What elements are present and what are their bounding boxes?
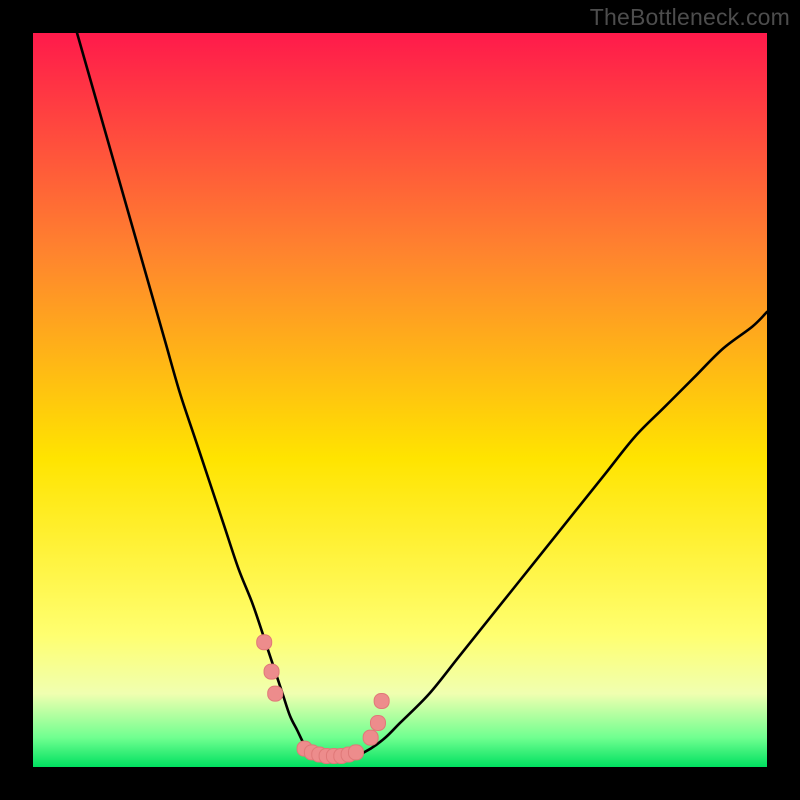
plot-area bbox=[33, 33, 767, 767]
gradient-background bbox=[33, 33, 767, 767]
curve-marker bbox=[264, 664, 279, 679]
curve-marker bbox=[370, 715, 385, 730]
curve-marker bbox=[268, 686, 283, 701]
chart-frame: TheBottleneck.com bbox=[0, 0, 800, 800]
curve-marker bbox=[257, 635, 272, 650]
watermark-text: TheBottleneck.com bbox=[590, 4, 790, 31]
curve-marker bbox=[374, 693, 389, 708]
chart-svg bbox=[33, 33, 767, 767]
curve-marker bbox=[348, 745, 363, 760]
curve-marker bbox=[363, 730, 378, 745]
